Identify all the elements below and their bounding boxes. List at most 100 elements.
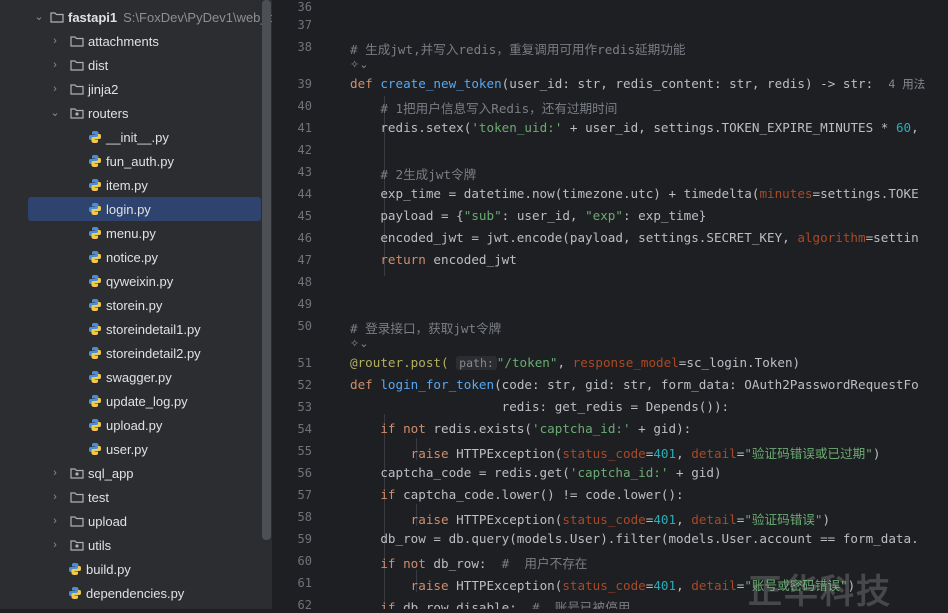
tree-item[interactable]: › sql_app [0, 461, 262, 485]
tree-item-label: qyweixin.py [106, 273, 174, 289]
chevron-right-icon[interactable]: › [48, 490, 62, 504]
tree-item-label: update_log.py [106, 393, 188, 409]
tree-item-label: storein.py [106, 297, 163, 313]
tree-item[interactable]: › dist [0, 53, 262, 77]
code-line-39[interactable]: def create_new_token(user_id: str, redis… [350, 76, 925, 92]
tree-item-label: swagger.py [106, 369, 172, 385]
tree-item-label: storeindetail2.py [106, 345, 201, 361]
tree-item[interactable]: fun_auth.py [0, 149, 262, 173]
line-number: 54 [297, 422, 312, 436]
code-line-43[interactable]: # 2生成jwt令牌 [350, 164, 476, 183]
code-line-56[interactable]: captcha_code = redis.get('captcha_id:' +… [350, 465, 721, 480]
tree-item-label: storeindetail1.py [106, 321, 201, 337]
code-line-52[interactable]: def login_for_token(code: str, gid: str,… [350, 377, 919, 392]
python-file-icon [89, 323, 101, 335]
tree-item-label: attachments [88, 33, 159, 49]
line-number: 43 [297, 165, 312, 179]
code-line-57[interactable]: if captcha_code.lower() != code.lower(): [350, 487, 683, 502]
line-number: 51 [297, 356, 312, 370]
line-number: 45 [297, 209, 312, 223]
code-line-62[interactable]: if db_row.disable: # 账号已被停用 [350, 597, 630, 609]
python-file-icon [89, 275, 101, 287]
tree-item[interactable]: › upload [0, 509, 262, 533]
line-number: 60 [297, 554, 312, 568]
ai-assist-icon-2[interactable]: ✧⌄ [350, 337, 368, 350]
code-line-41[interactable]: redis.setex('token_uid:' + user_id, sett… [350, 120, 918, 135]
chevron-right-icon[interactable]: › [48, 538, 62, 552]
tree-item[interactable]: storeindetail2.py [0, 341, 262, 365]
tree-item[interactable]: › attachments [0, 29, 262, 53]
code-line-51[interactable]: @router.post( path: "/token", response_mo… [350, 355, 800, 370]
chevron-down-icon[interactable]: ⌄ [48, 106, 62, 120]
code-line-45[interactable]: payload = {"sub": user_id, "exp": exp_ti… [350, 208, 706, 223]
tree-item[interactable]: user.py [0, 437, 262, 461]
tree-item[interactable]: ⌄ routers [0, 101, 262, 125]
code-line-55[interactable]: raise HTTPException(status_code=401, det… [350, 443, 881, 462]
code-line-40[interactable]: # 1把用户信息写入Redis，还有过期时间 [350, 98, 617, 117]
project-tool-window: ⌄ fastapi1 S:\FoxDev\PyDev1\web_pr › attac… [0, 0, 272, 609]
tree-item[interactable]: item.py [0, 173, 262, 197]
tree-item-label: jinja2 [88, 81, 119, 97]
python-file-icon [89, 203, 101, 215]
chevron-right-icon[interactable]: › [48, 466, 62, 480]
project-scrollbar[interactable] [262, 0, 271, 540]
tree-item[interactable]: dependencies.py [0, 581, 262, 605]
python-file-icon [89, 395, 101, 407]
tree-item-label: notice.py [106, 249, 159, 265]
folder-icon [70, 60, 84, 71]
line-number: 58 [297, 510, 312, 524]
code-line-44[interactable]: exp_time = datetime.now(timezone.utc) + … [350, 186, 918, 201]
line-number: 61 [297, 576, 312, 590]
line-number: 52 [297, 378, 312, 392]
tree-item[interactable]: update_log.py [0, 389, 262, 413]
code-editor[interactable]: # 生成jwt,并写入redis，重复调用可用作redis延期功能 ✧⌄ def… [344, 0, 948, 609]
python-file-icon [69, 563, 81, 575]
tree-item-label: upload.py [106, 417, 163, 433]
chevron-right-icon[interactable]: › [48, 58, 62, 72]
ai-assist-icon[interactable]: ✧⌄ [350, 58, 368, 71]
python-file-icon [89, 131, 101, 143]
tree-item[interactable]: › test [0, 485, 262, 509]
code-line-38[interactable]: # 生成jwt,并写入redis，重复调用可用作redis延期功能 [350, 39, 685, 58]
line-number: 56 [297, 466, 312, 480]
chevron-right-icon[interactable]: › [48, 514, 62, 528]
chevron-right-icon[interactable]: › [48, 34, 62, 48]
tree-item-label: login.py [106, 201, 151, 217]
python-file-icon [89, 179, 101, 191]
tree-item[interactable]: swagger.py [0, 365, 262, 389]
tree-item[interactable]: build.py [0, 557, 262, 581]
tree-item[interactable]: › utils [0, 533, 262, 557]
tree-root[interactable]: ⌄ fastapi1 S:\FoxDev\PyDev1\web_pr [0, 5, 272, 29]
code-line-50[interactable]: # 登录接口，获取jwt令牌 [350, 318, 501, 337]
python-file-icon [69, 587, 81, 599]
tree-item[interactable]: __init__.py [0, 125, 262, 149]
tree-item[interactable]: upload.py [0, 413, 262, 437]
tree-item[interactable]: notice.py [0, 245, 262, 269]
code-line-60[interactable]: if not db_row: # 用户不存在 [350, 553, 587, 572]
code-line-46[interactable]: encoded_jwt = jwt.encode(payload, settin… [350, 230, 918, 245]
line-number: 49 [297, 297, 312, 311]
folder-icon [70, 36, 84, 47]
code-line-54[interactable]: if not redis.exists('captcha_id:' + gid)… [350, 421, 691, 436]
line-number-gutter: 36 37 38 39 40 41 42 43 44 45 46 47 48 49 50 51 52 53 54 55… [272, 0, 344, 612]
tree-item[interactable]: menu.py [0, 221, 262, 245]
line-number: 37 [297, 18, 312, 32]
tree-item-label: item.py [106, 177, 148, 193]
tree-item[interactable]: storein.py [0, 293, 262, 317]
chevron-right-icon[interactable]: › [48, 82, 62, 96]
tree-item[interactable]: login.py [28, 197, 261, 221]
tree-item[interactable]: storeindetail1.py [0, 317, 262, 341]
tree-item[interactable]: qyweixin.py [0, 269, 262, 293]
line-number: 55 [297, 444, 312, 458]
tree-item-label: sql_app [88, 465, 134, 481]
code-line-59[interactable]: db_row = db.query(models.User).filter(mo… [350, 531, 918, 546]
line-number: 36 [297, 0, 312, 14]
python-file-icon [89, 371, 101, 383]
code-line-47[interactable]: return encoded_jwt [350, 252, 517, 267]
folder-icon [70, 84, 84, 95]
code-line-58[interactable]: raise HTTPException(status_code=401, det… [350, 509, 830, 528]
tree-item[interactable]: › jinja2 [0, 77, 262, 101]
chevron-down-icon[interactable]: ⌄ [32, 10, 46, 24]
tree-item-label: menu.py [106, 225, 156, 241]
code-line-53[interactable]: redis: get_redis = Depends()): [350, 399, 729, 414]
